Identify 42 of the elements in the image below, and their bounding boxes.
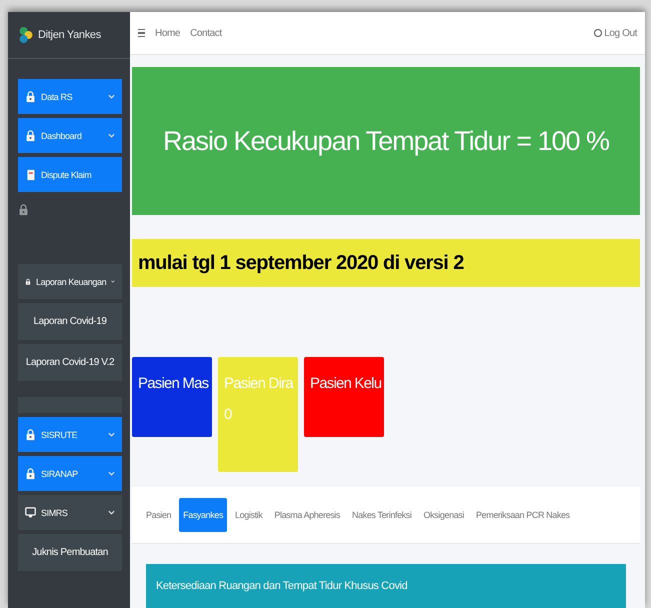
marquee-text: mulai tgl 1 september 2020 di versi 2	[137, 252, 464, 274]
stat-label: Pasien Kelu	[309, 375, 382, 392]
stat-label: Pasien Mas	[137, 375, 208, 392]
logout-link[interactable]: Log Out	[594, 28, 637, 38]
nav-link[interactable]: Home	[155, 28, 180, 38]
menu-icon[interactable]	[138, 28, 145, 38]
sidebar-item[interactable]: Data RS	[18, 79, 122, 114]
monitor-icon	[25, 506, 36, 518]
tab[interactable]: Oksigenasi	[419, 498, 468, 532]
caret-icon	[108, 432, 115, 437]
sidebar-item[interactable]: Juknis Pembuatan	[18, 534, 122, 571]
document-icon	[25, 168, 36, 180]
lock-icon	[18, 204, 29, 216]
sidebar-item[interactable]: Dashboard	[18, 118, 122, 153]
lock-icon	[25, 90, 36, 102]
sidebar-item[interactable]: Laporan Keuangan	[18, 264, 122, 299]
sidebar-item[interactable]: SISRUTE	[18, 417, 122, 452]
tab[interactable]: Pasien	[142, 498, 176, 532]
caret-icon	[108, 94, 115, 99]
caret-icon	[108, 510, 115, 515]
caret-icon	[108, 471, 115, 476]
stat-value: 0	[223, 406, 232, 423]
sidebar-item[interactable]: Laporan Covid-19 V.2	[18, 344, 122, 381]
logo-icon	[18, 25, 34, 45]
lock-icon	[25, 468, 36, 480]
brand-name: Ditjen Yankes	[38, 29, 101, 41]
nav-link[interactable]: Contact	[190, 28, 222, 38]
tab[interactable]: Logistik	[231, 498, 266, 532]
caret-icon	[108, 133, 115, 138]
tab[interactable]: Plasma Apheresis	[270, 498, 344, 532]
sidebar-item[interactable]: SIMRS	[18, 495, 122, 530]
sidebar-item[interactable]: SIRANAP	[18, 456, 122, 491]
tab[interactable]: Pemeriksaan PCR Nakes	[472, 498, 574, 532]
stat-label: Pasien Dira	[223, 375, 293, 392]
sidebar-item[interactable]: Laporan Covid-19	[18, 303, 122, 340]
lock-icon	[25, 428, 36, 440]
tab[interactable]: Fasyankes	[179, 498, 228, 532]
sidebar-item[interactable]: Dispute Klaim	[18, 157, 122, 192]
banner: Rasio Kecukupan Tempat Tidur = 100 %	[132, 67, 640, 215]
tab[interactable]: Nakes Terinfeksi	[348, 498, 416, 532]
lock-icon	[25, 130, 36, 142]
card-title: Ketersediaan Ruangan dan Tempat Tidur Khusus Covid	[156, 580, 408, 592]
